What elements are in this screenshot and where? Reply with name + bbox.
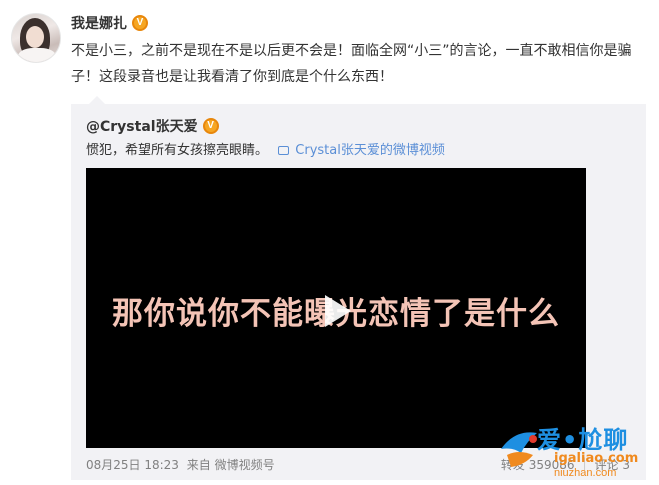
author-name[interactable]: 我是娜扎 xyxy=(71,13,127,33)
post-text: 不是小三，之前不是现在不是以后更不会是！面临全网“小三”的言论，一直不敢相信你是… xyxy=(71,43,632,85)
bird-head xyxy=(529,435,537,443)
avatar-face xyxy=(26,26,44,48)
verified-badge-glyph: V xyxy=(136,17,144,28)
watermark: 爱•尬聊 igaliao.com niuzhan.com xyxy=(497,415,657,483)
avatar[interactable] xyxy=(11,13,61,63)
post-source[interactable]: 来自 微博视频号 xyxy=(187,458,275,472)
watermark-url: igaliao.com xyxy=(554,451,639,466)
play-icon[interactable] xyxy=(313,289,357,333)
watermark-logo-text: 爱•尬聊 xyxy=(537,426,629,454)
post-date[interactable]: 08月25日 18:23 xyxy=(86,458,179,472)
verified-badge-icon: V xyxy=(202,118,219,134)
watermark-url-secondary: niuzhan.com xyxy=(554,467,617,479)
avatar-body xyxy=(18,48,56,62)
orig-author-link[interactable]: @Crystal张天爱 xyxy=(86,116,198,136)
post-meta: 08月25日 18:23 来自 微博视频号 xyxy=(86,456,275,473)
orig-text: 惯犯，希望所有女孩擦亮眼睛。 Crystal张天爱的微博视频 xyxy=(86,142,445,160)
repost-arrow xyxy=(89,96,105,104)
video-link-label: Crystal张天爱的微博视频 xyxy=(295,143,445,158)
orig-author-row: @Crystal张天爱 V xyxy=(86,116,219,136)
verified-badge-icon: V xyxy=(132,15,148,31)
orig-text-body: 惯犯，希望所有女孩擦亮眼睛。 xyxy=(86,143,269,158)
verified-badge-glyph: V xyxy=(207,120,214,131)
bird-body xyxy=(507,452,533,467)
author-row: 我是娜扎 V xyxy=(71,13,148,33)
video-link[interactable]: Crystal张天爱的微博视频 xyxy=(278,143,445,158)
video-link-icon xyxy=(278,146,290,155)
play-triangle xyxy=(325,295,351,327)
video-player[interactable]: 那你说你不能曝光恋情了是什么 xyxy=(86,168,586,448)
